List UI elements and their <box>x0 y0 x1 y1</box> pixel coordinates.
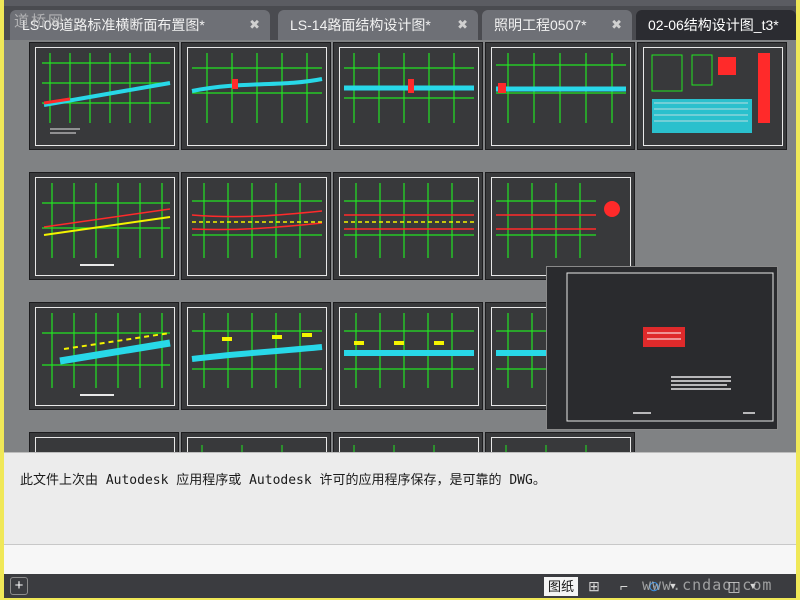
sheet-drawing <box>42 53 171 134</box>
drawing-sheet[interactable] <box>181 432 331 452</box>
command-line[interactable] <box>4 544 796 574</box>
sheet-drawing <box>344 53 474 123</box>
drawing-sheet[interactable] <box>485 42 635 150</box>
drawing-sheet[interactable] <box>29 172 179 280</box>
drawing-sheet[interactable] <box>181 42 331 150</box>
file-info-panel: 此文件上次由 Autodesk 应用程序或 Autodesk 许可的应用程序保存… <box>4 452 796 544</box>
grid-icon[interactable]: ⊞ <box>584 576 604 596</box>
drawing-sheet[interactable] <box>333 42 483 150</box>
file-tab-bar: LS-09道路标准横断面布置图* ✖ LS-14路面结构设计图* ✖ 照明工程0… <box>4 6 796 40</box>
drawing-sheet[interactable] <box>29 432 179 452</box>
sheet-drawing <box>344 183 474 258</box>
add-layout-button[interactable]: + <box>10 577 28 595</box>
sheet-drawing <box>42 183 171 266</box>
sheet-drawing <box>344 313 474 388</box>
tab-label: LS-14路面结构设计图* <box>290 17 431 33</box>
sheet-drawing <box>42 313 171 396</box>
tab-label: 02-06结构设计图_t3* <box>648 17 779 33</box>
drawing-sheet[interactable] <box>333 432 483 452</box>
drawing-sheet[interactable] <box>181 172 331 280</box>
tab-label: 照明工程0507* <box>494 17 587 33</box>
drawing-sheet[interactable] <box>29 42 179 150</box>
sheet-drawing <box>496 183 620 258</box>
layout-preview-popup <box>546 266 778 430</box>
preview-drawing <box>566 272 774 422</box>
dwg-trusted-message: 此文件上次由 Autodesk 应用程序或 Autodesk 许可的应用程序保存… <box>20 473 546 488</box>
autocad-window: LS-09道路标准横断面布置图* ✖ LS-14路面结构设计图* ✖ 照明工程0… <box>4 0 796 598</box>
sheet-drawing <box>201 445 283 452</box>
drawing-sheet[interactable] <box>29 302 179 410</box>
drawing-sheet[interactable] <box>333 172 483 280</box>
drawing-sheet[interactable] <box>637 42 787 150</box>
tab-label: LS-09道路标准横断面布置图* <box>22 17 205 33</box>
sheet-drawing <box>353 445 435 452</box>
tab-structure-design[interactable]: 02-06结构设计图_t3* <box>636 10 796 40</box>
tab-ls09[interactable]: LS-09道路标准横断面布置图* ✖ <box>10 10 270 40</box>
close-icon[interactable]: ✖ <box>457 10 468 40</box>
sheet-drawing <box>191 53 323 123</box>
tab-lighting[interactable]: 照明工程0507* ✖ <box>482 10 632 40</box>
sheet-drawing <box>496 53 626 123</box>
drawing-sheet[interactable] <box>485 432 635 452</box>
drawing-sheet[interactable] <box>333 302 483 410</box>
watermark-url: www.cndao.com <box>642 576 773 594</box>
snap-icon[interactable]: ⌐ <box>614 576 634 596</box>
drawing-sheet[interactable] <box>181 302 331 410</box>
sheet-drawing <box>505 445 587 452</box>
paper-space-button[interactable]: 图纸 <box>544 577 579 596</box>
sheet-drawing <box>191 183 323 258</box>
drawing-sheet[interactable] <box>485 172 635 280</box>
close-icon[interactable]: ✖ <box>249 10 260 40</box>
drawing-canvas[interactable] <box>4 40 796 452</box>
sheet-drawing <box>191 313 323 388</box>
close-icon[interactable]: ✖ <box>611 10 622 40</box>
sheet-drawing <box>651 53 770 133</box>
tab-ls14[interactable]: LS-14路面结构设计图* ✖ <box>278 10 478 40</box>
